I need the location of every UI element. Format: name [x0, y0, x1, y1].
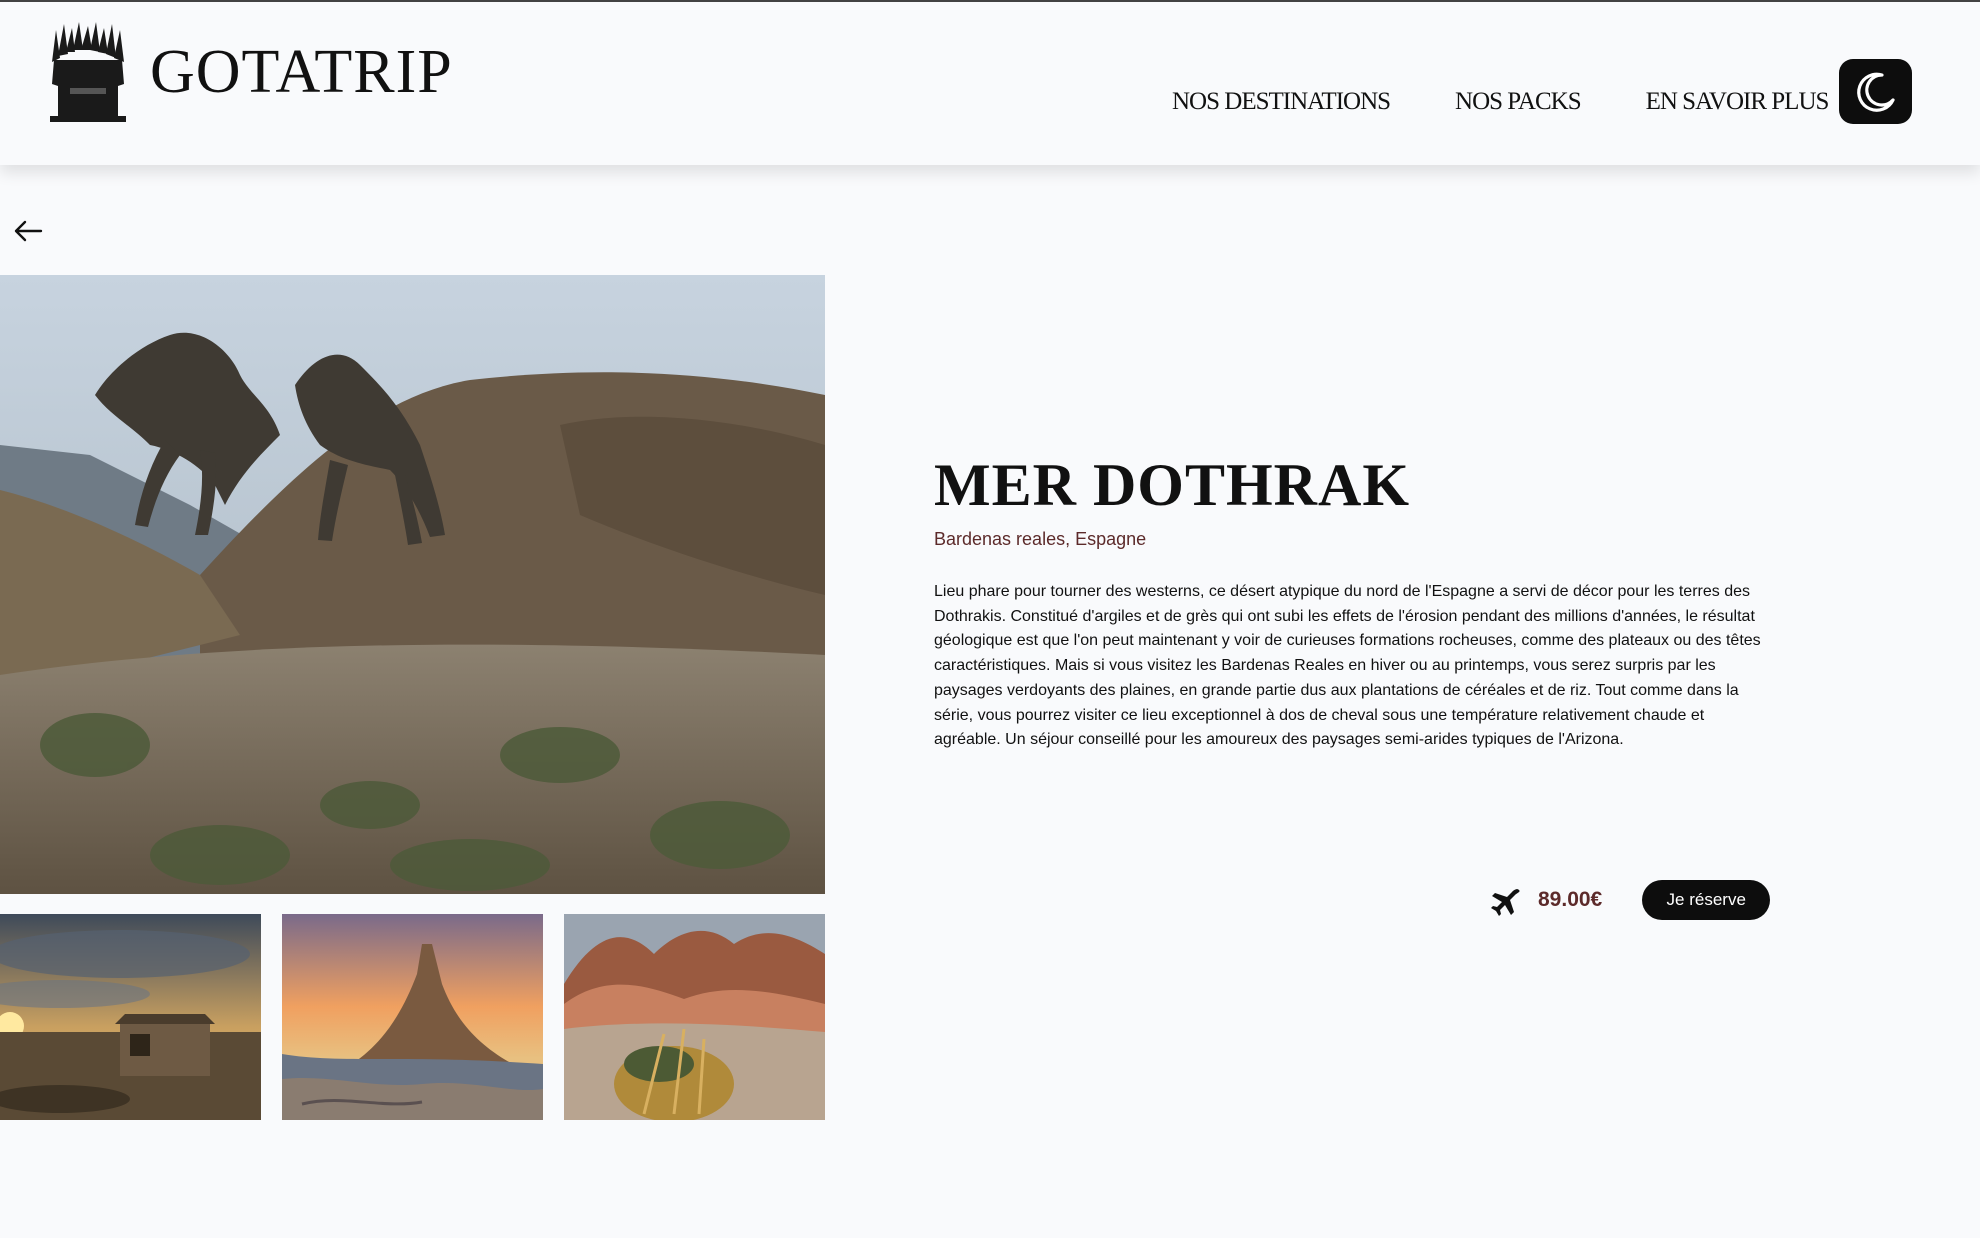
nav-about[interactable]: EN SAVOIR PLUS	[1646, 88, 1830, 116]
logo[interactable]: GOTATRIP	[48, 22, 453, 122]
destination-location: Bardenas reales, Espagne	[934, 529, 1147, 549]
dark-mode-toggle-button[interactable]	[1839, 59, 1912, 124]
destination-title: MER DOTHRAK	[934, 452, 1410, 518]
booking-row: 89.00€ Je réserve	[1490, 880, 1771, 920]
hero-image	[0, 275, 825, 894]
site-header: GOTATRIP NOS DESTINATIONS NOS PACKS EN S…	[0, 2, 1980, 165]
gallery-thumb[interactable]	[282, 914, 543, 1120]
destination-description: Lieu phare pour tourner des westerns, ce…	[934, 583, 1761, 749]
logo-text: GOTATRIP	[150, 38, 453, 106]
iron-throne-icon	[50, 22, 126, 122]
reserve-button[interactable]: Je réserve	[1642, 880, 1771, 920]
back-button[interactable]	[12, 218, 44, 244]
destination-info: MER DOTHRAK Bardenas reales, Espagne Lie…	[934, 455, 1784, 753]
airplane-icon	[1491, 889, 1520, 916]
nav-destinations[interactable]: NOS DESTINATIONS	[1172, 88, 1391, 116]
gallery-thumb[interactable]	[0, 914, 261, 1120]
moon-icon	[1856, 72, 1895, 112]
price: 89.00€	[1538, 888, 1603, 911]
main-nav: NOS DESTINATIONS NOS PACKS EN SAVOIR PLU…	[1172, 88, 1830, 116]
gallery-thumb[interactable]	[564, 914, 825, 1120]
arrow-left-icon	[14, 220, 43, 242]
nav-packs[interactable]: NOS PACKS	[1455, 88, 1582, 116]
